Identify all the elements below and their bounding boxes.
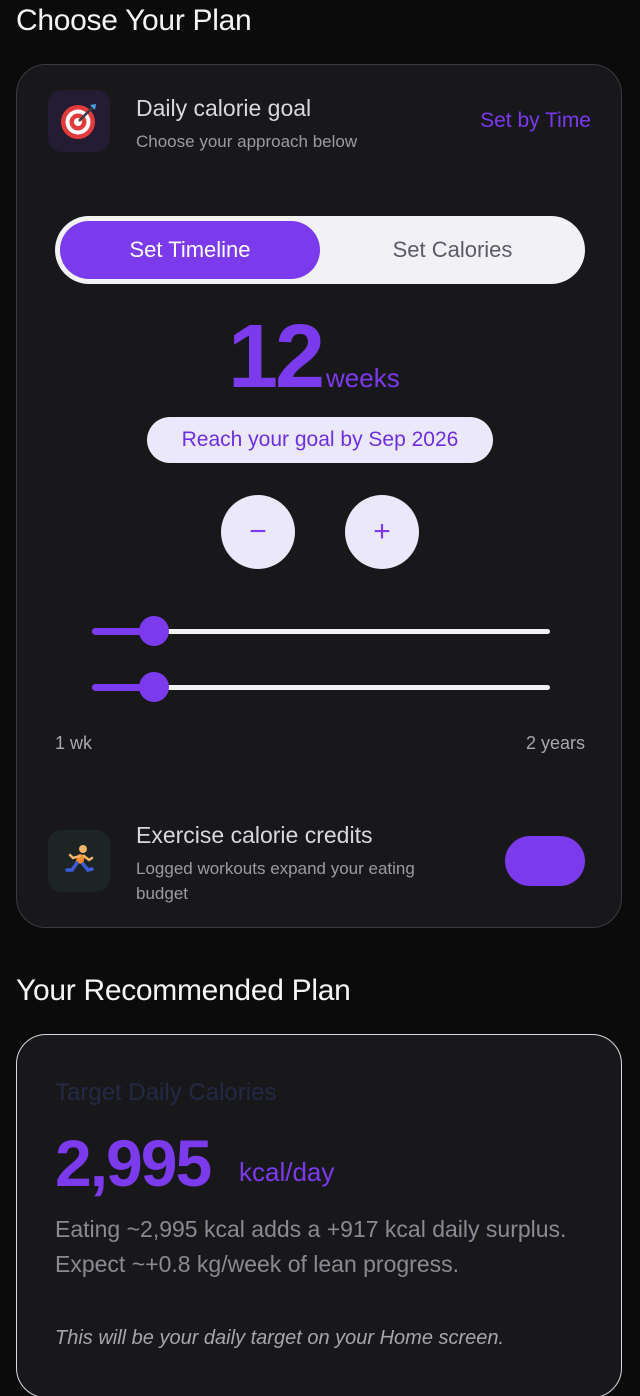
set-by-time-link[interactable]: Set by Time (480, 109, 591, 133)
home-target-note: This will be your daily target on your H… (55, 1327, 505, 1349)
plan-description: Eating ~2,995 kcal adds a +917 kcal dail… (55, 1216, 567, 1277)
timeline-slider[interactable] (92, 616, 550, 646)
exercise-credits-toggle[interactable] (505, 836, 585, 886)
weeks-value: 12 (228, 307, 325, 407)
kcal-unit: kcal/day (239, 1157, 335, 1187)
slider-thumb[interactable] (139, 616, 169, 646)
recommended-plan-heading: Your Recommended Plan (16, 974, 351, 1007)
recommended-plan-card: Target Daily Calories 2,995 kcal/day Eat… (16, 1034, 622, 1396)
reach-goal-date-pill: Reach your goal by Sep 2026 (147, 417, 493, 463)
increment-weeks-button[interactable]: + (345, 495, 419, 569)
exercise-credits-title: Exercise calorie credits (136, 822, 373, 848)
goal-subtitle: Choose your approach below (136, 132, 358, 151)
exercise-credits-subtitle: Logged workouts expand your eating budge… (136, 859, 415, 903)
goal-title: Daily calorie goal (136, 95, 312, 121)
kcal-value: 2,995 (55, 1126, 212, 1200)
minus-icon: − (249, 515, 267, 548)
set-timeline-tab[interactable]: Set Timeline (60, 221, 320, 279)
plus-icon: + (373, 515, 391, 548)
mode-segmented-control: Set Timeline Set Calories (55, 216, 585, 284)
timeline-slider-secondary[interactable] (92, 672, 550, 702)
bullseye-dart-icon (48, 90, 110, 152)
set-calories-tab[interactable]: Set Calories (325, 221, 580, 279)
choose-plan-heading: Choose Your Plan (16, 4, 252, 37)
plan-card: Daily calorie goal Choose your approach … (16, 64, 622, 928)
weeks-unit: weeks (326, 363, 400, 393)
range-max-label: 2 years (525, 733, 585, 753)
plan-screen: Choose Your Plan Daily calorie goal Choo… (0, 0, 640, 1396)
decrement-weeks-button[interactable]: − (221, 495, 295, 569)
range-min-label: 1 wk (55, 733, 93, 753)
running-person-icon (48, 830, 110, 892)
target-calories-label: Target Daily Calories (55, 1079, 277, 1106)
reach-goal-text: Reach your goal by Sep 2026 (181, 428, 459, 451)
slider-thumb[interactable] (139, 672, 169, 702)
